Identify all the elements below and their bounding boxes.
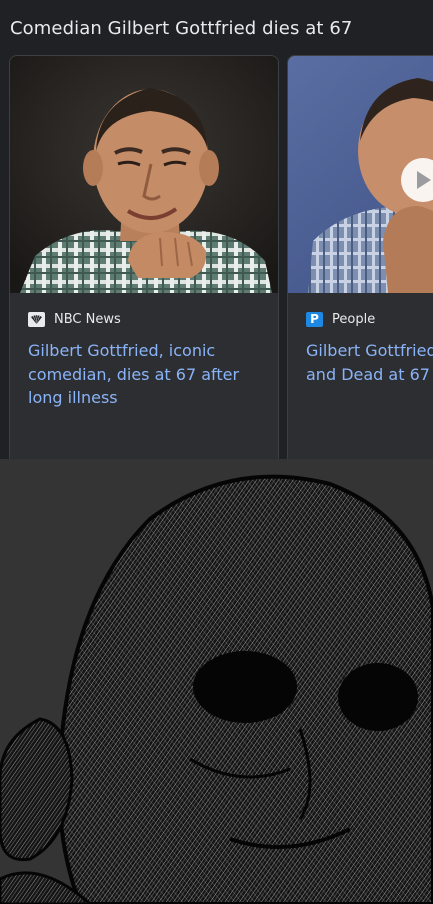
news-carousel-section: Comedian Gilbert Gottfried dies at 67 NB… — [0, 0, 433, 459]
nbc-peacock-icon — [28, 312, 45, 327]
source-name: NBC News — [54, 312, 121, 327]
news-card-people[interactable]: P People Gilbert Gottfried Voice Actor a… — [287, 55, 433, 459]
page-title: Comedian Gilbert Gottfried dies at 67 — [10, 18, 353, 39]
article-thumbnail — [10, 56, 278, 293]
news-card-nbc[interactable]: NBC News Gilbert Gottfried, iconic comed… — [9, 55, 279, 459]
people-p-icon: P — [306, 312, 323, 327]
article-source: P People — [306, 312, 375, 327]
wojak-sketch-image — [0, 459, 433, 904]
article-title-link[interactable]: Gilbert Gottfried Voice Actor and Dead a… — [306, 339, 433, 386]
article-source: NBC News — [28, 312, 121, 327]
article-title-link[interactable]: Gilbert Gottfried, iconic comedian, dies… — [28, 339, 268, 410]
source-name: People — [332, 312, 376, 327]
